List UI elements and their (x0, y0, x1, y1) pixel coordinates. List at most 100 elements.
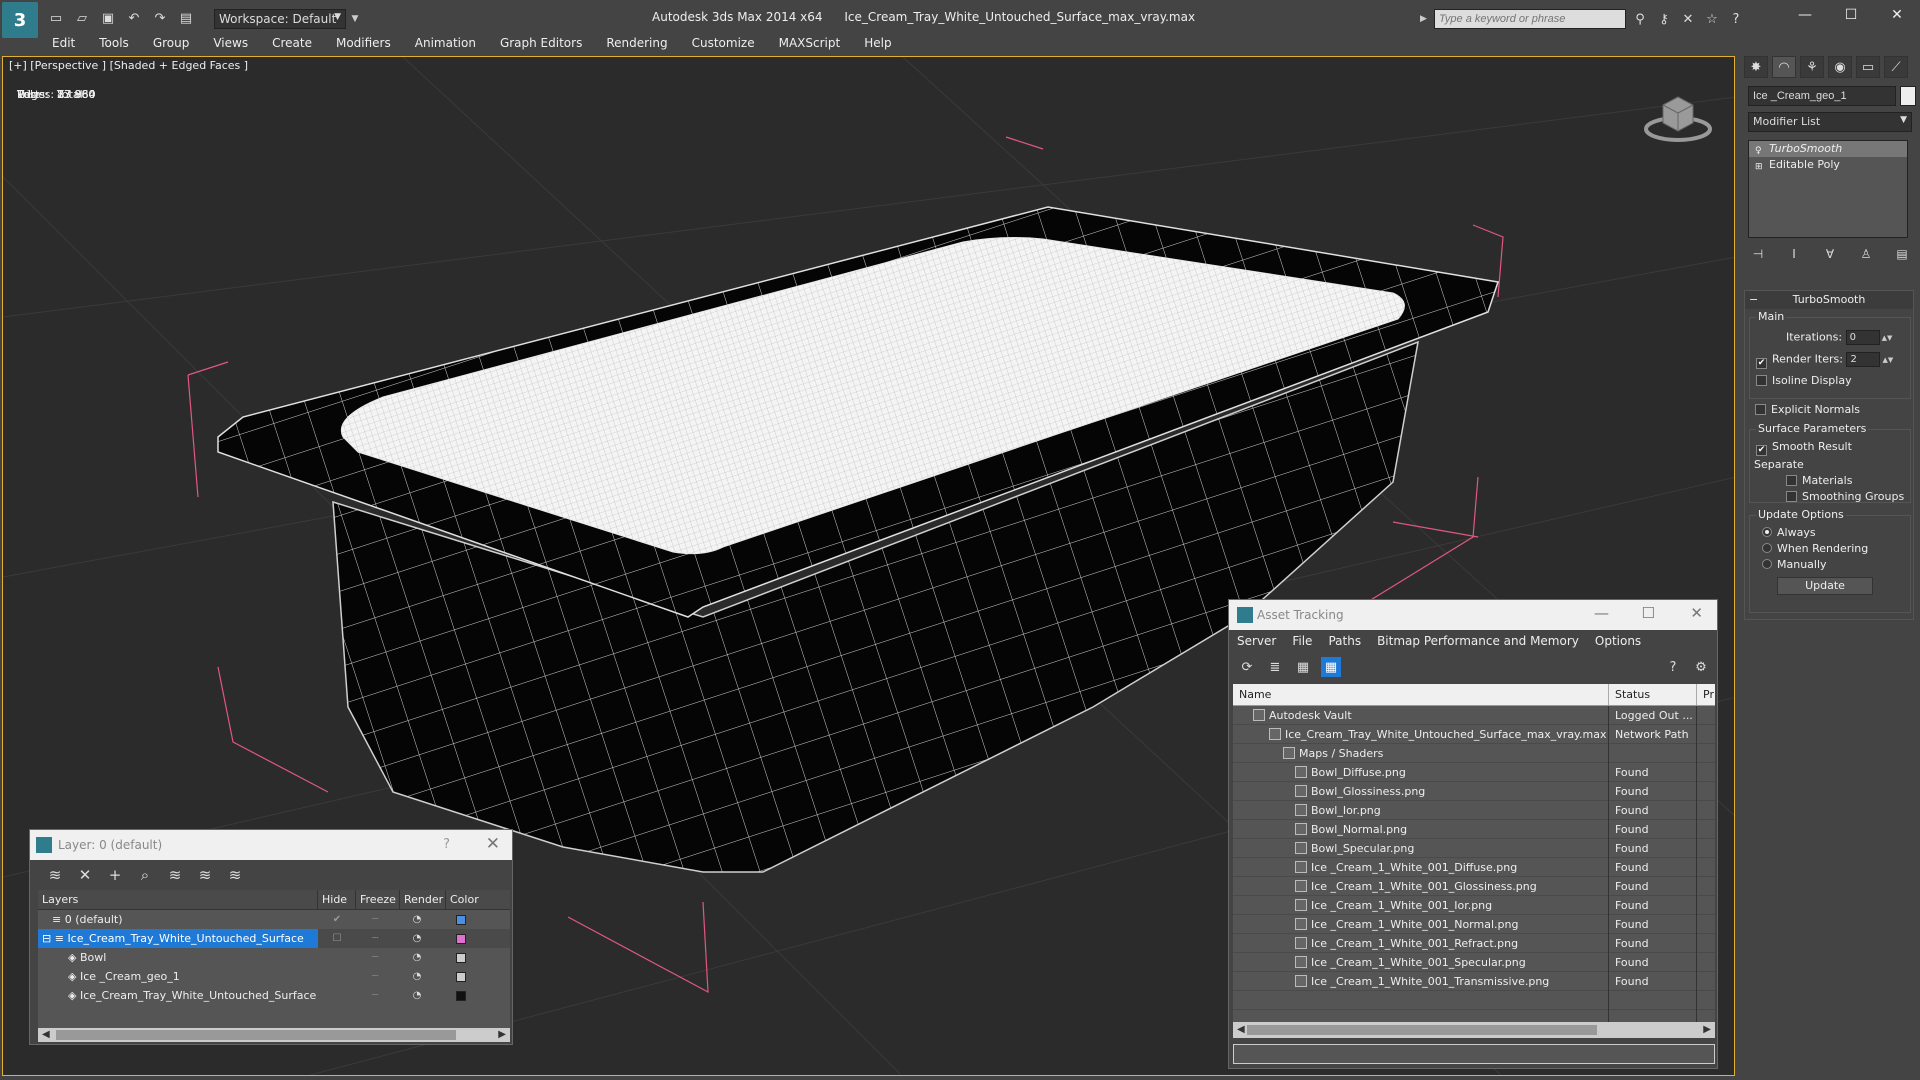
workspace-dropdown[interactable]: Workspace: Default ▼ (214, 9, 346, 29)
viewport-label-menu[interactable]: [+] [Perspective ] [Shaded + Edged Faces… (9, 59, 248, 72)
spinner-arrows-icon[interactable]: ▲▼ (1882, 356, 1893, 364)
stack-item-turbosmooth[interactable]: ♀ TurboSmooth (1749, 141, 1907, 157)
scrollbar-thumb[interactable] (1247, 1025, 1597, 1035)
configure-sets-icon[interactable]: ▤ (1892, 244, 1912, 264)
minimize-icon[interactable]: — (1594, 604, 1609, 622)
search-expand-icon[interactable]: ▶ (1420, 14, 1430, 24)
modifier-list-dropdown[interactable]: Modifier List ▼ (1748, 112, 1912, 132)
asset-row[interactable]: Ice _Cream_1_White_001_Normal.png Found (1233, 914, 1715, 934)
col-color[interactable]: Color (446, 890, 506, 909)
hide-toggle[interactable]: ┈ (356, 952, 394, 963)
modify-tab-icon[interactable]: ◠ (1772, 56, 1796, 78)
render-toggle-icon[interactable]: ◔ (394, 933, 440, 944)
new-file-icon[interactable]: ▭ (46, 8, 66, 28)
isoline-checkbox[interactable] (1756, 375, 1767, 386)
menu-edit[interactable]: Edit (40, 34, 87, 52)
asset-row[interactable]: Bowl_Glossiness.png Found (1233, 781, 1715, 801)
layer-dialog-titlebar[interactable]: Layer: 0 (default) ? ✕ (30, 830, 512, 860)
hide-toggle[interactable]: ┈ (356, 914, 394, 925)
save-icon[interactable]: ▣ (98, 8, 118, 28)
when-rendering-radio[interactable] (1762, 543, 1772, 553)
object-name-field[interactable] (1748, 86, 1896, 106)
object-color-swatch[interactable] (456, 990, 466, 1001)
object-row-ice-cream-geo[interactable]: ◈ Ice _Cream_geo_1 ┈ ◔ (38, 967, 510, 986)
search-input[interactable] (1434, 9, 1626, 29)
asset-row[interactable]: Ice _Cream_1_White_001_Glossiness.png Fou… (1233, 876, 1715, 896)
asset-menu-bitmap[interactable]: Bitmap Performance and Memory (1369, 634, 1587, 648)
maximize-icon[interactable]: ☐ (1828, 0, 1874, 30)
asset-row[interactable]: Ice_Cream_Tray_White_Untouched_Surface_m… (1233, 724, 1715, 744)
motion-tab-icon[interactable]: ◉ (1828, 56, 1852, 78)
asset-row[interactable]: Ice _Cream_1_White_001_Refract.png Found (1233, 933, 1715, 953)
scroll-right-icon[interactable]: ▶ (1703, 1022, 1711, 1038)
asset-row[interactable]: Ice _Cream_1_White_001_Specular.png Found (1233, 952, 1715, 972)
menu-views[interactable]: Views (201, 34, 260, 52)
make-unique-icon[interactable]: ∀ (1820, 244, 1840, 264)
app-logo-button[interactable]: 3 (2, 2, 38, 38)
asset-row[interactable]: Ice _Cream_1_White_001_Diffuse.png Found (1233, 857, 1715, 877)
settings-icon[interactable]: ⚙ (1691, 657, 1711, 677)
manually-radio[interactable] (1762, 559, 1772, 569)
explicit-normals-checkbox[interactable] (1755, 404, 1766, 415)
active-check-icon[interactable]: ✔ (318, 914, 356, 925)
utilities-tab-icon[interactable]: ⟋ (1884, 56, 1908, 78)
object-color-swatch[interactable] (456, 952, 466, 963)
menu-help[interactable]: Help (852, 34, 903, 52)
asset-menu-options[interactable]: Options (1587, 634, 1649, 648)
table-view-icon[interactable]: ▦ (1321, 657, 1341, 677)
layer-row-default[interactable]: ≡ 0 (default) ✔ ┈ ◔ (38, 910, 510, 929)
scroll-right-icon[interactable]: ▶ (498, 1028, 506, 1042)
render-iters-checkbox[interactable]: ✔ (1756, 357, 1767, 369)
menu-create[interactable]: Create (260, 34, 324, 52)
update-button[interactable]: Update (1777, 577, 1873, 595)
materials-checkbox[interactable] (1786, 475, 1797, 486)
open-file-icon[interactable]: ▱ (72, 8, 92, 28)
viewcube-icon[interactable] (1643, 87, 1713, 143)
asset-row[interactable]: Bowl_Ior.png Found (1233, 800, 1715, 820)
hide-toggle[interactable]: ┈ (356, 933, 394, 944)
hierarchy-tab-icon[interactable]: ⚘ (1800, 56, 1824, 78)
asset-row[interactable]: Maps / Shaders (1233, 743, 1715, 763)
col-status[interactable]: Status (1609, 684, 1697, 705)
smooth-result-checkbox[interactable]: ✔ (1756, 445, 1767, 456)
always-radio[interactable] (1762, 527, 1772, 537)
scroll-left-icon[interactable]: ◀ (42, 1028, 50, 1042)
menu-group[interactable]: Group (141, 34, 202, 52)
asset-row[interactable]: Ice _Cream_1_White_001_Transmissive.png F… (1233, 971, 1715, 991)
layer-row-tray[interactable]: ⊟ ≡ Ice_Cream_Tray_White_Untouched_Surfa… (38, 929, 510, 948)
object-row-tray[interactable]: ◈ Ice_Cream_Tray_White_Untouched_Surface… (38, 986, 510, 1005)
iterations-spinner[interactable]: 0 (1845, 330, 1880, 345)
col-freeze[interactable]: Freeze (356, 890, 400, 909)
star-icon[interactable]: ☆ (1702, 9, 1722, 29)
render-toggle-icon[interactable]: ◔ (394, 952, 440, 963)
display-tab-icon[interactable]: ▭ (1856, 56, 1880, 78)
add-selection-icon[interactable]: + (104, 864, 126, 886)
asset-menu-server[interactable]: Server (1229, 634, 1284, 648)
help-icon[interactable]: ? (1726, 9, 1746, 29)
project-folder-icon[interactable]: ▤ (176, 8, 196, 28)
menu-maxscript[interactable]: MAXScript (767, 34, 853, 52)
highlight-layer-icon[interactable]: ≋ (164, 864, 186, 886)
expand-icon[interactable]: ⊟ (42, 932, 55, 945)
col-layers[interactable]: Layers (38, 890, 318, 909)
menu-tools[interactable]: Tools (87, 34, 141, 52)
render-toggle-icon[interactable]: ◔ (394, 990, 440, 1001)
hide-toggle[interactable]: ┈ (356, 990, 394, 1001)
col-extra[interactable]: Pr (1697, 684, 1715, 705)
maximize-icon[interactable]: ☐ (1642, 604, 1655, 622)
key-icon[interactable]: ⚷ (1654, 9, 1674, 29)
close-icon[interactable]: ✕ (1874, 0, 1920, 30)
create-tab-icon[interactable]: ✸ (1744, 56, 1768, 78)
smoothing-groups-checkbox[interactable] (1786, 491, 1797, 502)
close-icon[interactable]: ✕ (486, 834, 500, 854)
object-color-swatch[interactable] (456, 971, 466, 982)
help-icon[interactable]: ? (1663, 657, 1683, 677)
col-name[interactable]: Name (1233, 684, 1609, 705)
asset-row[interactable]: Bowl_Diffuse.png Found (1233, 762, 1715, 782)
asset-dialog-titlebar[interactable]: Asset Tracking — ☐ ✕ (1229, 600, 1717, 630)
pin-stack-icon[interactable]: ⊣ (1748, 244, 1768, 264)
stack-item-editable-poly[interactable]: ⊞ Editable Poly (1749, 157, 1907, 173)
menu-customize[interactable]: Customize (680, 34, 767, 52)
remove-modifier-icon[interactable]: ♙ (1856, 244, 1876, 264)
show-end-result-icon[interactable]: Ⅰ (1784, 244, 1804, 264)
